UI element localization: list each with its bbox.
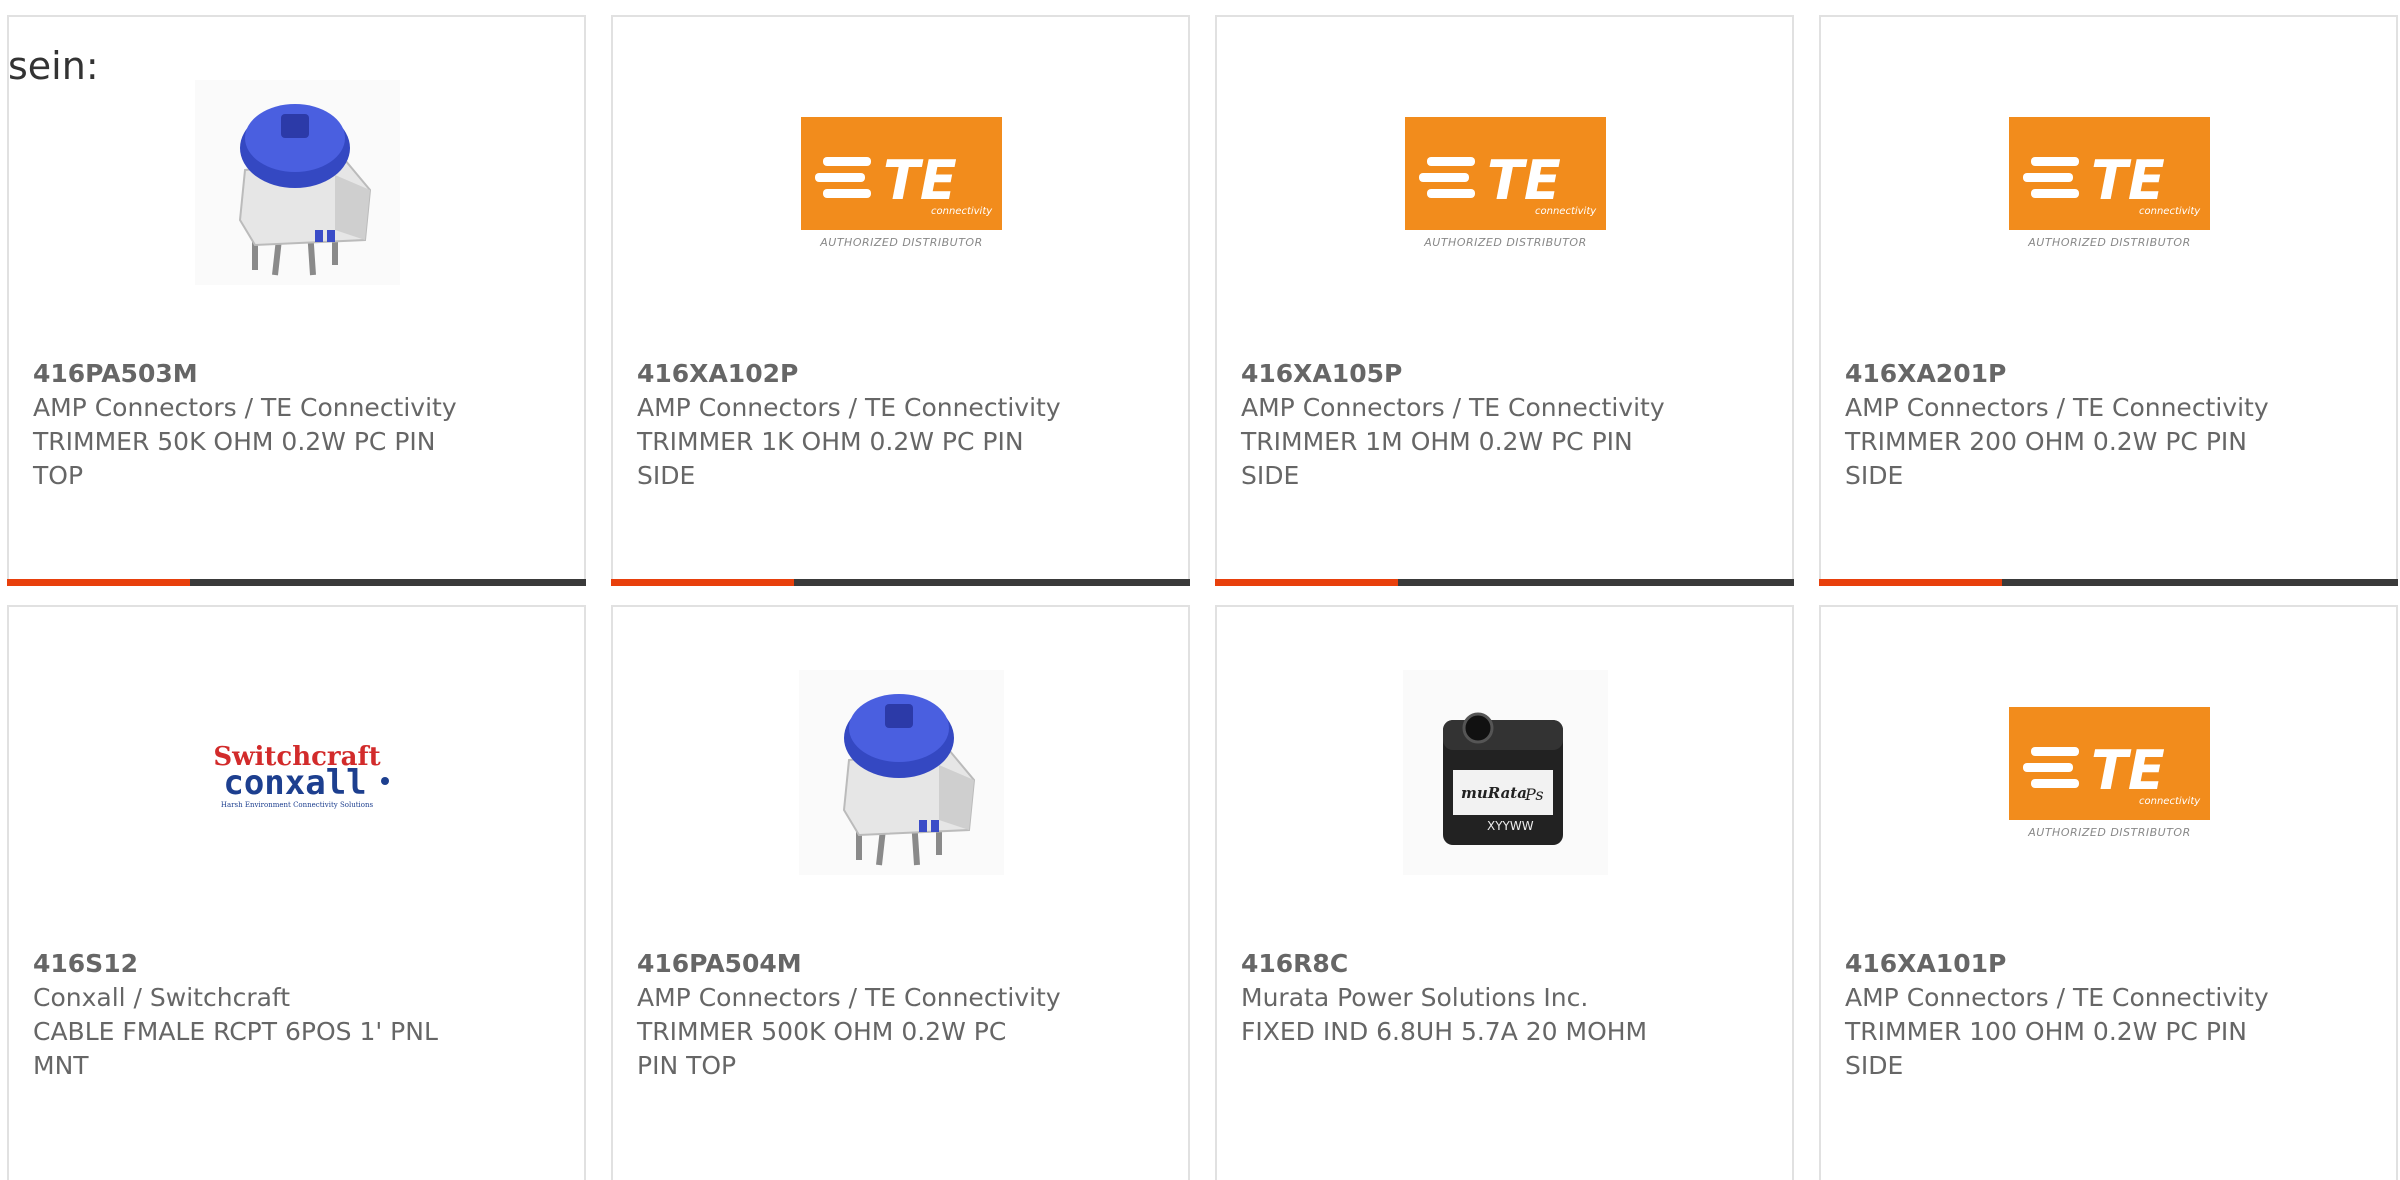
te-logo-text: TE bbox=[1487, 149, 1561, 212]
description-line: TRIMMER 50K OHM 0.2W PC PIN bbox=[33, 427, 436, 456]
product-image bbox=[195, 80, 400, 285]
card-accent-bar bbox=[1819, 579, 2002, 586]
product-image: muRata Ps XYYWW bbox=[1403, 670, 1608, 875]
manufacturer: AMP Connectors / TE Connectivity bbox=[637, 983, 1061, 1012]
product-card[interactable]: 416PA504M AMP Connectors / TE Connectivi… bbox=[611, 605, 1190, 1180]
description-line: SIDE bbox=[1845, 461, 1904, 490]
description-line: SIDE bbox=[637, 461, 696, 490]
product-card[interactable]: TE connectivity AUTHORIZED DISTRIBUTOR 4… bbox=[611, 15, 1190, 586]
description-line: TRIMMER 1M OHM 0.2W PC PIN bbox=[1241, 427, 1633, 456]
product-info: 416XA102P AMP Connectors / TE Connectivi… bbox=[637, 357, 1077, 493]
product-image: Switchcraft conxall Harsh Environment Co… bbox=[195, 670, 400, 875]
te-authorized-distributor: AUTHORIZED DISTRIBUTOR bbox=[2028, 235, 2191, 249]
part-number: 416XA201P bbox=[1845, 359, 2007, 388]
switchcraft-logo: Switchcraft conxall Harsh Environment Co… bbox=[213, 742, 389, 809]
te-authorized-distributor: AUTHORIZED DISTRIBUTOR bbox=[1424, 235, 1587, 249]
te-logo-subtext: connectivity bbox=[2139, 796, 2201, 807]
description-line: TRIMMER 100 OHM 0.2W PC PIN bbox=[1845, 1017, 2247, 1046]
card-accent-bar bbox=[611, 579, 794, 586]
conxall-tagline: Harsh Environment Connectivity Solutions bbox=[221, 801, 374, 809]
manufacturer: AMP Connectors / TE Connectivity bbox=[637, 393, 1061, 422]
part-number: 416R8C bbox=[1241, 949, 1349, 978]
product-card[interactable]: Switchcraft conxall Harsh Environment Co… bbox=[7, 605, 586, 1180]
card-accent-bar bbox=[1215, 579, 1398, 586]
manufacturer: AMP Connectors / TE Connectivity bbox=[33, 393, 457, 422]
te-logo: TE connectivity AUTHORIZED DISTRIBUTOR bbox=[2009, 116, 2210, 249]
product-info: 416PA504M AMP Connectors / TE Connectivi… bbox=[637, 947, 1077, 1083]
part-number: 416XA101P bbox=[1845, 949, 2007, 978]
description-line: CABLE FMALE RCPT 6POS 1' PNL bbox=[33, 1017, 438, 1046]
trimmer-image bbox=[799, 670, 1004, 875]
product-image: TE connectivity AUTHORIZED DISTRIBUTOR bbox=[2007, 670, 2212, 875]
product-card[interactable]: TE connectivity AUTHORIZED DISTRIBUTOR 4… bbox=[1819, 605, 2398, 1180]
part-number: 416PA504M bbox=[637, 949, 802, 978]
product-image bbox=[799, 670, 1004, 875]
product-image: TE connectivity AUTHORIZED DISTRIBUTOR bbox=[799, 80, 1004, 285]
description-line: TRIMMER 1K OHM 0.2W PC PIN bbox=[637, 427, 1024, 456]
te-logo-text: TE bbox=[2091, 739, 2165, 802]
product-card[interactable]: muRata Ps XYYWW 416R8C Murata Power Solu… bbox=[1215, 605, 1794, 1180]
manufacturer: Murata Power Solutions Inc. bbox=[1241, 983, 1589, 1012]
product-card[interactable]: TE connectivity AUTHORIZED DISTRIBUTOR 4… bbox=[1819, 15, 2398, 586]
manufacturer: Conxall / Switchcraft bbox=[33, 983, 291, 1012]
product-info: 416S12 Conxall / Switchcraft CABLE FMALE… bbox=[33, 947, 473, 1083]
description-line: PIN TOP bbox=[637, 1051, 737, 1080]
product-image: TE connectivity AUTHORIZED DISTRIBUTOR bbox=[1403, 80, 1608, 285]
murata-mark: muRata bbox=[1461, 784, 1527, 802]
description-line: FIXED IND 6.8UH 5.7A 20 MOHM bbox=[1241, 1017, 1648, 1046]
page-text-fragment: sein: bbox=[8, 44, 99, 88]
te-authorized-distributor: AUTHORIZED DISTRIBUTOR bbox=[820, 235, 983, 249]
product-image: TE connectivity AUTHORIZED DISTRIBUTOR bbox=[2007, 80, 2212, 285]
card-accent-bar bbox=[7, 579, 190, 586]
description-line: SIDE bbox=[1241, 461, 1300, 490]
inductor-image: muRata Ps XYYWW bbox=[1403, 670, 1608, 875]
part-number: 416PA503M bbox=[33, 359, 198, 388]
part-number: 416XA105P bbox=[1241, 359, 1403, 388]
murata-code: XYYWW bbox=[1487, 819, 1534, 833]
conxall-text: conxall bbox=[223, 763, 366, 803]
description-line: SIDE bbox=[1845, 1051, 1904, 1080]
product-info: 416PA503M AMP Connectors / TE Connectivi… bbox=[33, 357, 473, 493]
product-info: 416XA201P AMP Connectors / TE Connectivi… bbox=[1845, 357, 2285, 493]
product-card[interactable]: TE connectivity AUTHORIZED DISTRIBUTOR 4… bbox=[1215, 15, 1794, 586]
te-logo: TE connectivity AUTHORIZED DISTRIBUTOR bbox=[2009, 706, 2210, 839]
te-logo: TE connectivity AUTHORIZED DISTRIBUTOR bbox=[1405, 116, 1606, 249]
product-info: 416R8C Murata Power Solutions Inc. FIXED… bbox=[1241, 947, 1681, 1049]
product-info: 416XA105P AMP Connectors / TE Connectivi… bbox=[1241, 357, 1681, 493]
product-grid: 416PA503M AMP Connectors / TE Connectivi… bbox=[7, 15, 2400, 1180]
part-number: 416XA102P bbox=[637, 359, 799, 388]
te-logo-subtext: connectivity bbox=[931, 206, 993, 217]
part-number: 416S12 bbox=[33, 949, 138, 978]
te-logo-subtext: connectivity bbox=[2139, 206, 2201, 217]
te-logo-text: TE bbox=[2091, 149, 2165, 212]
description-line: TRIMMER 200 OHM 0.2W PC PIN bbox=[1845, 427, 2247, 456]
te-logo-subtext: connectivity bbox=[1535, 206, 1597, 217]
description-line: MNT bbox=[33, 1051, 89, 1080]
te-logo-text: TE bbox=[883, 149, 957, 212]
manufacturer: AMP Connectors / TE Connectivity bbox=[1845, 393, 2269, 422]
manufacturer: AMP Connectors / TE Connectivity bbox=[1845, 983, 2269, 1012]
product-card[interactable]: 416PA503M AMP Connectors / TE Connectivi… bbox=[7, 15, 586, 586]
manufacturer: AMP Connectors / TE Connectivity bbox=[1241, 393, 1665, 422]
description-line: TRIMMER 500K OHM 0.2W PC bbox=[637, 1017, 1007, 1046]
te-authorized-distributor: AUTHORIZED DISTRIBUTOR bbox=[2028, 825, 2191, 839]
description-line: TOP bbox=[33, 461, 84, 490]
murata-ps: Ps bbox=[1524, 785, 1544, 804]
product-info: 416XA101P AMP Connectors / TE Connectivi… bbox=[1845, 947, 2285, 1083]
te-logo: TE connectivity AUTHORIZED DISTRIBUTOR bbox=[801, 116, 1002, 249]
card-bottom-bar bbox=[7, 579, 586, 586]
trimmer-image bbox=[195, 80, 400, 285]
card-bottom-bar bbox=[1215, 579, 1794, 586]
card-bottom-bar bbox=[611, 579, 1190, 586]
card-bottom-bar bbox=[1819, 579, 2398, 586]
